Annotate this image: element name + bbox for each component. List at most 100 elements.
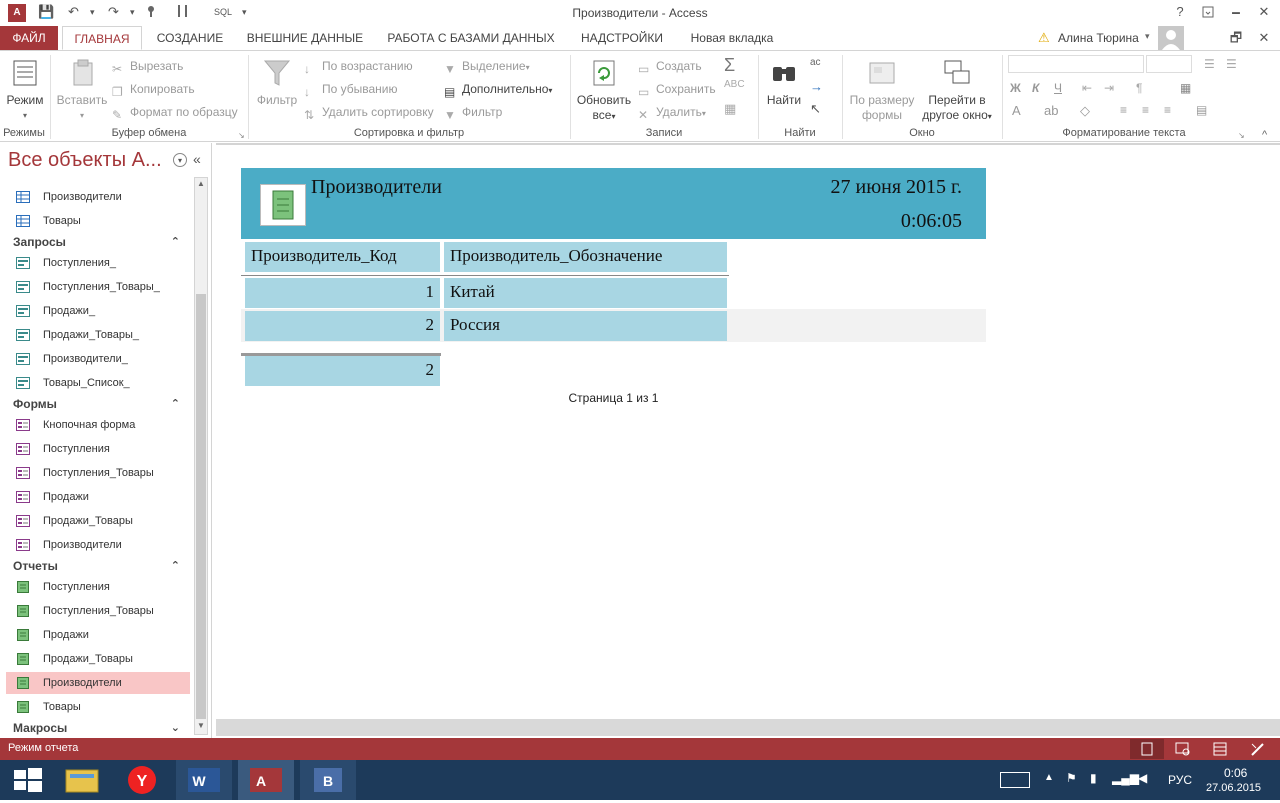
nav-item-report[interactable]: Продажи_Товары	[6, 648, 190, 670]
layout-view-button[interactable]	[1208, 739, 1232, 759]
clipboard-launcher-icon[interactable]: ↘	[238, 131, 245, 140]
nav-item-report[interactable]: Поступления	[6, 576, 190, 598]
tab-file[interactable]: ФАЙЛ	[0, 26, 58, 50]
network-icon[interactable]: ▂▄▆	[1112, 771, 1139, 785]
report-view-button[interactable]	[1130, 739, 1164, 759]
nav-item-form[interactable]: Поступления	[6, 438, 190, 460]
spelling-icon[interactable]: ABC	[724, 79, 745, 90]
nav-item-form[interactable]: Продажи_Товары	[6, 510, 190, 532]
ribbon-display-options-icon[interactable]	[1194, 3, 1222, 21]
help-button[interactable]: ?	[1166, 3, 1194, 21]
minimize-button[interactable]: 🗕	[1222, 3, 1250, 21]
paragraph-direction-icon[interactable]: ¶	[1136, 81, 1142, 95]
select-cursor-icon[interactable]: ↖	[810, 101, 821, 117]
refresh-all-button[interactable]: Обновить все▾	[574, 57, 634, 124]
action-center-icon[interactable]: ⚑	[1066, 771, 1077, 785]
access-taskbar-icon[interactable]: A	[238, 760, 294, 800]
alt-row-color-icon[interactable]: ▤	[1196, 103, 1207, 117]
tab-home[interactable]: ГЛАВНАЯ	[62, 26, 142, 50]
start-button[interactable]	[0, 760, 56, 800]
nav-item-form[interactable]: Поступления_Товары	[6, 462, 190, 484]
nav-menu-chevron-icon[interactable]: ▾	[173, 153, 187, 167]
nav-item-query[interactable]: Товары_Список_	[6, 372, 190, 394]
format-painter-button[interactable]: ✎ Формат по образцу	[112, 103, 238, 122]
tray-expand-icon[interactable]: ▲	[1044, 772, 1054, 783]
nav-group-queries[interactable]: Запросы ⌃	[13, 235, 188, 249]
italic-button[interactable]: К	[1032, 81, 1039, 95]
horizontal-scrollbar[interactable]	[216, 719, 1280, 736]
design-view-button[interactable]	[1246, 739, 1270, 759]
bullets-icon[interactable]: ☰	[1204, 57, 1215, 71]
nav-item-query[interactable]: Поступления_	[6, 252, 190, 274]
switch-windows-button[interactable]: Перейти в другое окно▾	[918, 57, 996, 124]
nav-item-report[interactable]: Поступления_Товары	[6, 600, 190, 622]
toggle-filter-button[interactable]: ▼ Фильтр	[444, 103, 502, 122]
clock-time[interactable]: 0:06	[1224, 766, 1247, 780]
scroll-thumb[interactable]	[196, 294, 206, 719]
go-to-icon[interactable]: →	[810, 79, 823, 94]
bold-button[interactable]: Ж	[1010, 81, 1021, 95]
user-name[interactable]: Алина Тюрина	[1058, 31, 1139, 45]
clock-date[interactable]: 27.06.2015	[1206, 782, 1261, 794]
advanced-button[interactable]: ▤ Дополнительно▾	[444, 80, 552, 99]
nav-scrollbar[interactable]: ▲ ▼	[194, 177, 208, 735]
fit-to-form-button[interactable]: По размеру формы	[846, 57, 918, 123]
replace-icon[interactable]: ac	[810, 57, 821, 68]
align-center-icon[interactable]: ≡	[1142, 103, 1149, 117]
background-color-icon[interactable]: ◇	[1080, 103, 1090, 119]
print-preview-button[interactable]	[1170, 739, 1194, 759]
nav-item-table-manufacturers[interactable]: Производители	[6, 186, 190, 208]
nav-item-form[interactable]: Продажи	[6, 486, 190, 508]
nav-item-query[interactable]: Поступления_Товары_	[6, 276, 190, 298]
gridlines-icon[interactable]: ▦	[1180, 81, 1191, 95]
scroll-down-icon[interactable]: ▼	[196, 721, 206, 733]
highlight-icon[interactable]: ab	[1044, 103, 1058, 118]
sort-ascending-button[interactable]: ↓ По возрастанию	[304, 57, 413, 76]
paste-button[interactable]: Вставить ▾	[56, 57, 108, 123]
numbering-icon[interactable]: ☰	[1226, 57, 1237, 71]
nav-item-report[interactable]: Товары	[6, 696, 190, 718]
totals-icon[interactable]: Σ	[724, 55, 735, 76]
selection-button[interactable]: ▼ Выделение▾	[444, 57, 530, 76]
tab-add-ins[interactable]: НАДСТРОЙКИ	[574, 26, 670, 50]
collapse-ribbon-icon[interactable]: ^	[1262, 129, 1267, 141]
nav-item-form[interactable]: Кнопочная форма	[6, 414, 190, 436]
nav-group-forms[interactable]: Формы ⌃	[13, 397, 188, 411]
sort-descending-button[interactable]: ↓ По убыванию	[304, 80, 398, 99]
tab-create[interactable]: СОЗДАНИЕ	[150, 26, 230, 50]
new-record-button[interactable]: ▭ Создать	[638, 57, 702, 76]
nav-pane-header[interactable]: Все объекты А...	[8, 149, 162, 172]
nav-item-query[interactable]: Производители_	[6, 348, 190, 370]
battery-icon[interactable]: ▮	[1090, 771, 1097, 785]
align-left-icon[interactable]: ≡	[1120, 103, 1127, 117]
nav-item-query[interactable]: Продажи_Товары_	[6, 324, 190, 346]
underline-button[interactable]: Ч	[1054, 81, 1062, 95]
language-indicator[interactable]: РУС	[1168, 773, 1192, 787]
remove-sort-button[interactable]: ⇅ Удалить сортировку	[304, 103, 434, 122]
indent-decrease-icon[interactable]: ⇤	[1082, 81, 1092, 95]
tab-new[interactable]: Новая вкладка	[684, 26, 780, 50]
yandex-browser-icon[interactable]: Y	[114, 760, 170, 800]
font-color-button[interactable]: A	[1012, 103, 1021, 118]
nav-item-table-products[interactable]: Товары	[6, 210, 190, 232]
font-size-select[interactable]	[1146, 55, 1192, 73]
delete-record-button[interactable]: ✕ Удалить▾	[638, 103, 706, 122]
indent-increase-icon[interactable]: ⇥	[1104, 81, 1114, 95]
nav-item-report[interactable]: Продажи	[6, 624, 190, 646]
doc-close-button[interactable]: ✕	[1250, 29, 1278, 47]
view-button[interactable]: Режим ▾	[4, 57, 46, 123]
nav-item-form[interactable]: Производители	[6, 534, 190, 556]
nav-group-reports[interactable]: Отчеты ⌃	[13, 559, 188, 573]
filter-button[interactable]: Фильтр	[254, 57, 300, 108]
nav-item-query[interactable]: Продажи_	[6, 300, 190, 322]
save-record-button[interactable]: ▭ Сохранить	[638, 80, 716, 99]
keyboard-icon[interactable]	[1000, 772, 1030, 788]
scroll-up-icon[interactable]: ▲	[196, 179, 206, 191]
word-icon[interactable]: W	[176, 760, 232, 800]
tab-database-tools[interactable]: РАБОТА С БАЗАМИ ДАННЫХ	[380, 26, 562, 50]
text-format-launcher-icon[interactable]: ↘	[1238, 131, 1245, 140]
nav-item-report-selected[interactable]: Производители	[6, 672, 190, 694]
font-name-select[interactable]	[1008, 55, 1144, 73]
vk-app-icon[interactable]: B	[300, 760, 356, 800]
tab-external-data[interactable]: ВНЕШНИЕ ДАННЫЕ	[244, 26, 366, 50]
